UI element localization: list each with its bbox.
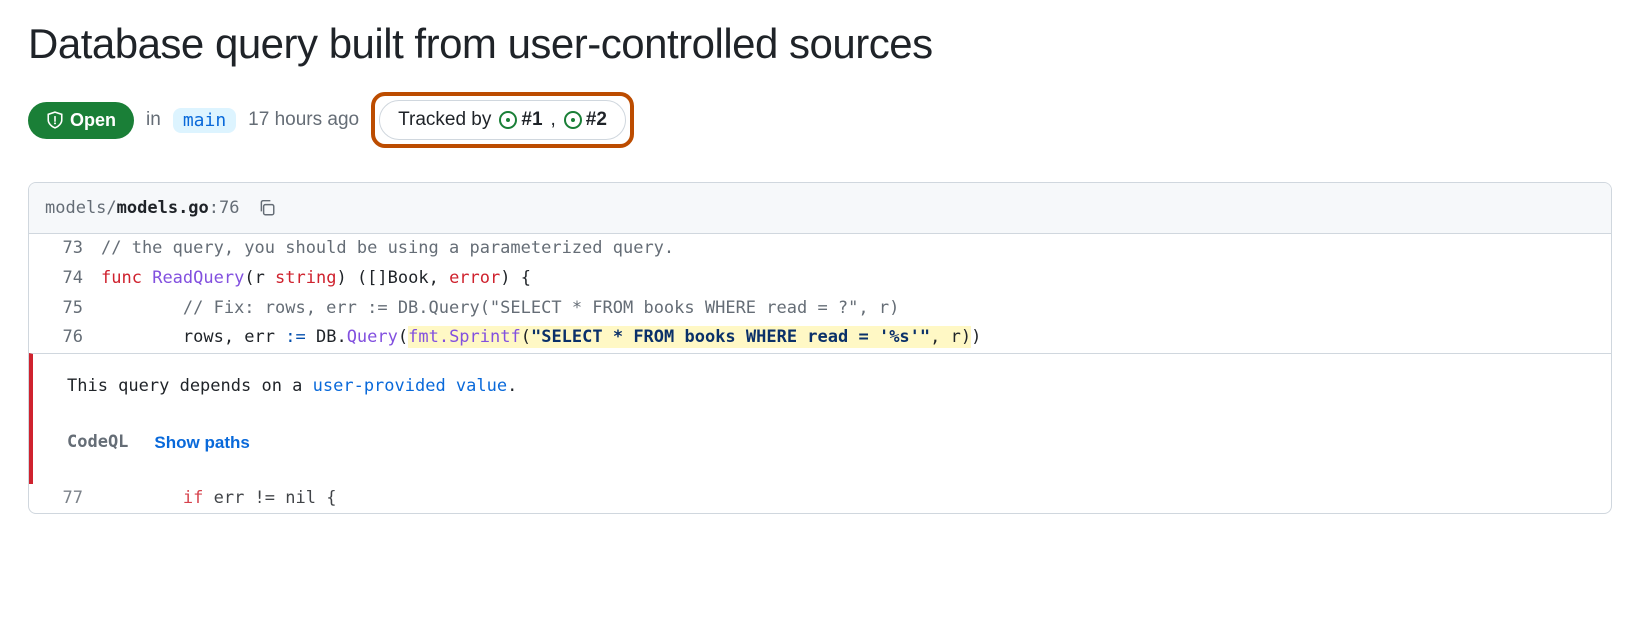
issue-ref-2-text: #2: [586, 109, 607, 131]
tracked-label: Tracked by: [398, 109, 491, 131]
tracked-pill[interactable]: Tracked by #1 , #2: [379, 100, 626, 140]
code-lines: 73 // the query, you should be using a p…: [29, 234, 1611, 513]
code-box: models/models.go:76 73 // the query, you…: [28, 182, 1612, 514]
tool-label: CodeQL: [67, 428, 128, 458]
line-content: // the query, you should be using a para…: [101, 234, 1611, 264]
file-path[interactable]: models/models.go:76: [45, 198, 240, 218]
line-number: 76: [29, 323, 101, 353]
status-label: Open: [70, 110, 116, 131]
line-number: 77: [29, 484, 101, 514]
meta-row: Open in main 17 hours ago Tracked by #1 …: [28, 92, 1612, 148]
code-line: 74 func ReadQuery(r string) ([]Book, err…: [29, 264, 1611, 294]
code-line: 75 // Fix: rows, err := DB.Query("SELECT…: [29, 294, 1611, 324]
branch-chip[interactable]: main: [173, 108, 236, 133]
alert-shield-icon: [46, 111, 64, 129]
copy-button[interactable]: [254, 195, 280, 221]
line-content: rows, err := DB.Query(fmt.Sprintf("SELEC…: [101, 323, 1611, 353]
copy-icon: [258, 199, 276, 217]
code-line: 76 rows, err := DB.Query(fmt.Sprintf("SE…: [29, 323, 1611, 353]
tracked-sep: ,: [551, 109, 556, 131]
status-badge: Open: [28, 102, 134, 139]
line-number: 73: [29, 234, 101, 264]
show-paths-button[interactable]: Show paths: [154, 433, 249, 453]
line-number: 75: [29, 294, 101, 324]
finding-link[interactable]: user-provided value: [313, 376, 507, 396]
issue-ref-1[interactable]: #1: [499, 109, 542, 131]
code-highlight: fmt.Sprintf("SELECT * FROM books WHERE r…: [408, 326, 971, 348]
code-line: 73 // the query, you should be using a p…: [29, 234, 1611, 264]
meta-in: in: [146, 109, 161, 131]
issue-ref-2[interactable]: #2: [564, 109, 607, 131]
meta-age: 17 hours ago: [248, 109, 359, 131]
page-title: Database query built from user-controlle…: [28, 20, 1612, 68]
line-number: 74: [29, 264, 101, 294]
line-content: func ReadQuery(r string) ([]Book, error)…: [101, 264, 1611, 294]
line-content: if err != nil {: [101, 484, 1611, 514]
line-content: // Fix: rows, err := DB.Query("SELECT * …: [101, 294, 1611, 324]
issue-open-icon: [564, 111, 582, 129]
finding-panel: This query depends on a user-provided va…: [29, 353, 1611, 484]
issue-ref-1-text: #1: [521, 109, 542, 131]
issue-open-icon: [499, 111, 517, 129]
code-line: 77 if err != nil {: [29, 484, 1611, 514]
code-header: models/models.go:76: [29, 183, 1611, 234]
tracked-highlight: Tracked by #1 , #2: [371, 92, 634, 148]
finding-text: This query depends on a user-provided va…: [67, 372, 1591, 402]
